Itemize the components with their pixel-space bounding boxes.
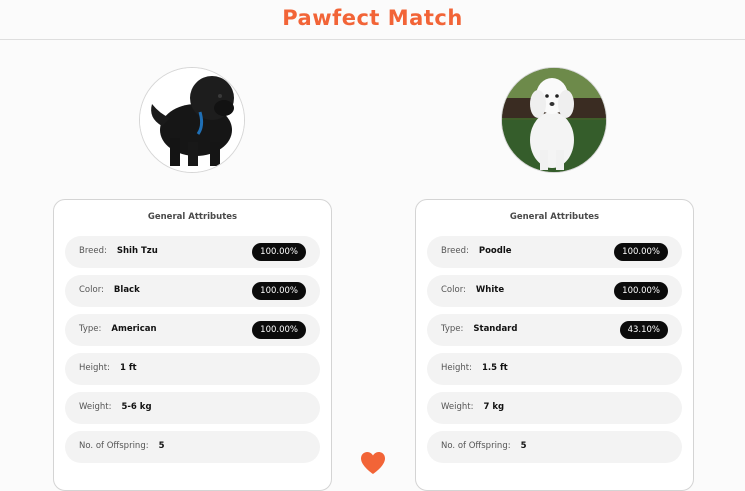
breed-value: Poodle	[478, 246, 512, 256]
height-value: 1 ft	[119, 363, 137, 373]
height-value: 1.5 ft	[481, 363, 508, 373]
breed-match-badge: 100.00%	[252, 243, 306, 261]
breed-match-badge: 100.00%	[614, 243, 668, 261]
color-match-badge: 100.00%	[614, 282, 668, 300]
color-row: Color: White 100.00%	[427, 275, 682, 307]
breed-value: Shih Tzu	[116, 246, 158, 256]
color-match-badge: 100.00%	[252, 282, 306, 300]
breed-row: Breed: Poodle 100.00%	[427, 236, 682, 268]
type-row: Type: Standard 43.10%	[427, 314, 682, 346]
weight-row: Weight: 7 kg	[427, 392, 682, 424]
offspring-label: No. of Offspring:	[79, 441, 149, 451]
dog-photo-right	[501, 67, 607, 173]
card-title: General Attributes	[147, 212, 238, 222]
weight-label: Weight:	[441, 402, 474, 412]
offspring-label: No. of Offspring:	[441, 441, 511, 451]
offspring-row: No. of Offspring: 5	[427, 431, 682, 463]
color-value: White	[475, 285, 505, 295]
height-label: Height:	[441, 363, 472, 373]
weight-value: 7 kg	[483, 402, 505, 412]
type-label: Type:	[79, 324, 102, 334]
type-value: Standard	[473, 324, 518, 334]
type-match-badge: 100.00%	[252, 321, 306, 339]
offspring-value: 5	[520, 441, 527, 451]
color-label: Color:	[441, 285, 466, 295]
height-row: Height: 1 ft	[65, 353, 320, 385]
offspring-row: No. of Offspring: 5	[65, 431, 320, 463]
dog-photo-left	[139, 67, 245, 173]
attributes-card-left: General Attributes Breed: Shih Tzu 100.00…	[53, 199, 332, 491]
height-row: Height: 1.5 ft	[427, 353, 682, 385]
type-row: Type: American 100.00%	[65, 314, 320, 346]
color-label: Color:	[79, 285, 104, 295]
app-header: Pawfect Match	[0, 0, 745, 40]
height-label: Height:	[79, 363, 110, 373]
color-value: Black	[113, 285, 140, 295]
breed-label: Breed:	[79, 246, 107, 256]
app-logo[interactable]: Pawfect Match	[0, 6, 745, 30]
breed-label: Breed:	[441, 246, 469, 256]
card-title: General Attributes	[509, 212, 600, 222]
weight-value: 5-6 kg	[121, 402, 152, 412]
heart-icon[interactable]	[360, 451, 386, 475]
color-row: Color: Black 100.00%	[65, 275, 320, 307]
type-match-badge: 43.10%	[619, 321, 668, 339]
weight-label: Weight:	[79, 402, 112, 412]
type-label: Type:	[441, 324, 464, 334]
type-value: American	[111, 324, 157, 334]
offspring-value: 5	[158, 441, 165, 451]
attributes-card-right: General Attributes Breed: Poodle 100.00% …	[415, 199, 694, 491]
breed-row: Breed: Shih Tzu 100.00%	[65, 236, 320, 268]
weight-row: Weight: 5-6 kg	[65, 392, 320, 424]
